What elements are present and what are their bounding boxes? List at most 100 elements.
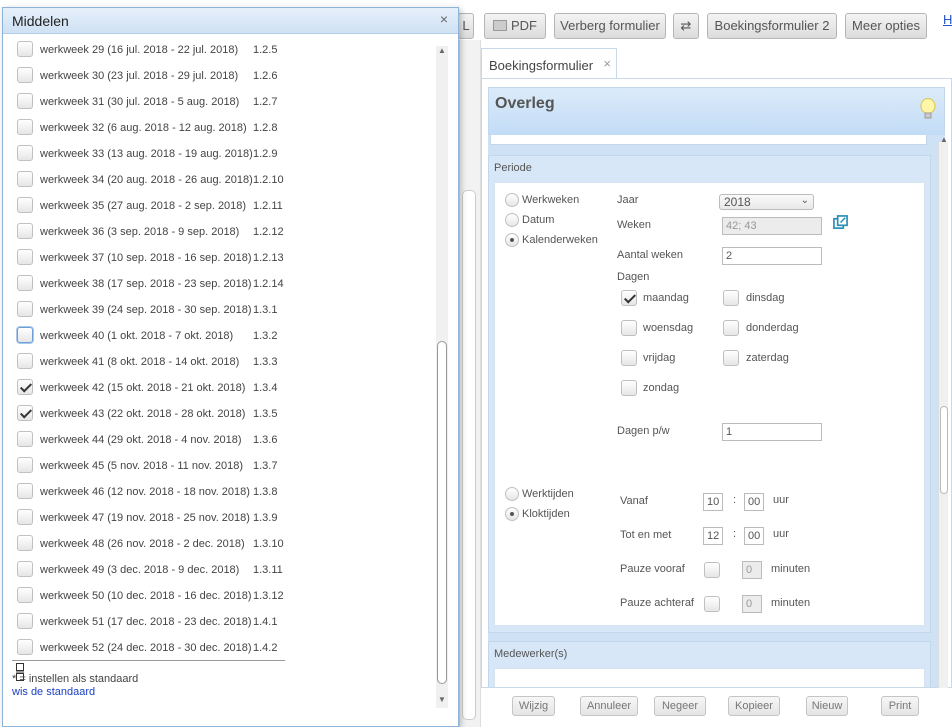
week-checkbox[interactable] xyxy=(17,483,33,499)
list-item[interactable]: werkweek 32 (6 aug. 2018 - 12 aug. 2018)… xyxy=(17,118,427,138)
list-item[interactable]: werkweek 36 (3 sep. 2018 - 9 sep. 2018) 1… xyxy=(17,222,427,242)
checkbox-maandag[interactable] xyxy=(621,290,637,306)
week-checkbox[interactable] xyxy=(17,171,33,187)
hide-form-button[interactable]: Verberg formulier xyxy=(554,13,666,39)
tab-close-icon[interactable]: × xyxy=(603,56,611,71)
tot-hour-input[interactable]: 12 xyxy=(703,527,723,545)
list-item[interactable]: werkweek 45 (5 nov. 2018 - 11 nov. 2018)… xyxy=(17,456,427,476)
vanaf-hour-input[interactable]: 10 xyxy=(703,493,723,511)
dagen-pw-input[interactable]: 1 xyxy=(722,423,822,441)
week-checkbox[interactable] xyxy=(17,587,33,603)
week-checkbox[interactable] xyxy=(17,457,33,473)
edge-link[interactable]: H xyxy=(943,12,952,27)
radio-kalenderweken[interactable] xyxy=(505,233,519,247)
checkbox-zaterdag[interactable] xyxy=(723,350,739,366)
list-item[interactable]: werkweek 29 (16 jul. 2018 - 22 jul. 2018… xyxy=(17,40,427,60)
week-checkbox[interactable] xyxy=(17,223,33,239)
splitter-thumb[interactable] xyxy=(462,190,476,720)
more-options-button[interactable]: Meer opties xyxy=(845,13,927,39)
week-checkbox[interactable] xyxy=(17,639,33,655)
negeer-button[interactable]: Negeer xyxy=(654,696,706,716)
checkbox-pauze-achteraf[interactable] xyxy=(704,596,720,612)
list-item[interactable]: werkweek 30 (23 jul. 2018 - 29 jul. 2018… xyxy=(17,66,427,86)
checkbox-donderdag[interactable] xyxy=(723,320,739,336)
list-item[interactable]: werkweek 35 (27 aug. 2018 - 2 sep. 2018)… xyxy=(17,196,427,216)
partial-button[interactable]: L xyxy=(458,13,474,39)
week-checkbox[interactable] xyxy=(17,41,33,57)
annuleer-button[interactable]: Annuleer xyxy=(580,696,638,716)
tot-minute-input[interactable]: 00 xyxy=(744,527,764,545)
booking-form-2-button[interactable]: Boekingsformulier 2 xyxy=(707,13,837,39)
close-icon[interactable]: × xyxy=(440,11,448,27)
week-checkbox[interactable] xyxy=(17,535,33,551)
checkbox-vrijdag[interactable] xyxy=(621,350,637,366)
radio-datum[interactable] xyxy=(505,213,519,227)
week-checkbox[interactable] xyxy=(17,353,33,369)
nieuw-button[interactable]: Nieuw xyxy=(806,696,848,716)
dialog-scrollbar[interactable]: ▲ ▼ xyxy=(436,46,448,708)
clear-default-link[interactable]: wis de standaard xyxy=(12,686,95,698)
year-select[interactable]: 2018 ⌄ xyxy=(719,194,814,210)
list-item[interactable]: werkweek 37 (10 sep. 2018 - 16 sep. 2018… xyxy=(17,248,427,268)
dialog-header: Middelen × xyxy=(3,8,458,34)
list-item[interactable]: werkweek 39 (24 sep. 2018 - 30 sep. 2018… xyxy=(17,300,427,320)
wijzig-button[interactable]: Wijzig xyxy=(512,696,555,716)
dialog-scroll-thumb[interactable] xyxy=(437,341,447,684)
list-item[interactable]: werkweek 52 (24 dec. 2018 - 30 dec. 2018… xyxy=(17,638,427,658)
lightbulb-icon[interactable] xyxy=(920,98,936,122)
week-checkbox[interactable] xyxy=(17,405,33,421)
scroll-down-icon[interactable]: ▼ xyxy=(438,696,446,704)
week-checkbox[interactable] xyxy=(17,67,33,83)
kopieer-button[interactable]: Kopieer xyxy=(728,696,780,716)
week-checkbox[interactable] xyxy=(17,249,33,265)
radio-werkweken[interactable] xyxy=(505,193,519,207)
list-item[interactable]: werkweek 46 (12 nov. 2018 - 18 nov. 2018… xyxy=(17,482,427,502)
swap-button[interactable]: ⇄ xyxy=(673,13,699,39)
week-checkbox[interactable] xyxy=(17,301,33,317)
scroll-up-icon[interactable]: ▲ xyxy=(940,136,948,144)
list-item[interactable]: werkweek 47 (19 nov. 2018 - 25 nov. 2018… xyxy=(17,508,427,528)
list-item[interactable]: werkweek 51 (17 dec. 2018 - 23 dec. 2018… xyxy=(17,612,427,632)
list-item[interactable]: werkweek 50 (10 dec. 2018 - 16 dec. 2018… xyxy=(17,586,427,606)
list-item[interactable]: werkweek 42 (15 okt. 2018 - 21 okt. 2018… xyxy=(17,378,427,398)
scroll-up-icon[interactable]: ▲ xyxy=(438,47,446,55)
checkbox-woensdag[interactable] xyxy=(621,320,637,336)
week-checkbox[interactable] xyxy=(17,197,33,213)
list-item[interactable]: werkweek 31 (30 jul. 2018 - 5 aug. 2018)… xyxy=(17,92,427,112)
week-checkbox[interactable] xyxy=(17,431,33,447)
list-item[interactable]: werkweek 33 (13 aug. 2018 - 19 aug. 2018… xyxy=(17,144,427,164)
list-item[interactable]: werkweek 38 (17 sep. 2018 - 23 sep. 2018… xyxy=(17,274,427,294)
list-item[interactable]: werkweek 41 (8 okt. 2018 - 14 okt. 2018)… xyxy=(17,352,427,372)
form-scrollbar[interactable]: ▲ xyxy=(938,136,948,688)
checkbox-dinsdag[interactable] xyxy=(723,290,739,306)
week-checkbox[interactable] xyxy=(17,327,33,343)
list-item[interactable]: werkweek 48 (26 nov. 2018 - 2 dec. 2018)… xyxy=(17,534,427,554)
panel-splitter[interactable] xyxy=(459,40,481,727)
week-checkbox[interactable] xyxy=(17,93,33,109)
tab-booking-form[interactable]: Boekingsformulier × xyxy=(481,48,617,78)
list-item[interactable]: werkweek 43 (22 okt. 2018 - 28 okt. 2018… xyxy=(17,404,427,424)
week-checkbox[interactable] xyxy=(17,561,33,577)
pdf-button[interactable]: PDF xyxy=(484,13,546,39)
vanaf-minute-input[interactable]: 00 xyxy=(744,493,764,511)
week-checkbox[interactable] xyxy=(17,119,33,135)
week-code: 1.3.4 xyxy=(253,382,278,394)
week-checkbox[interactable] xyxy=(17,275,33,291)
radio-kloktijden[interactable] xyxy=(505,507,519,521)
list-item[interactable]: werkweek 44 (29 okt. 2018 - 4 nov. 2018)… xyxy=(17,430,427,450)
open-popup-icon[interactable] xyxy=(833,215,848,230)
week-checkbox[interactable] xyxy=(17,145,33,161)
week-checkbox[interactable] xyxy=(17,613,33,629)
tot-unit: uur xyxy=(773,528,789,540)
list-item[interactable]: werkweek 34 (20 aug. 2018 - 26 aug. 2018… xyxy=(17,170,427,190)
aantal-weken-input[interactable]: 2 xyxy=(722,247,822,265)
radio-werktijden[interactable] xyxy=(505,487,519,501)
list-item[interactable]: werkweek 40 (1 okt. 2018 - 7 okt. 2018) 1… xyxy=(17,326,427,346)
print-button[interactable]: Print xyxy=(881,696,919,716)
form-scroll-thumb[interactable] xyxy=(940,406,948,494)
week-checkbox[interactable] xyxy=(17,509,33,525)
list-item[interactable]: werkweek 49 (3 dec. 2018 - 9 dec. 2018) 1… xyxy=(17,560,427,580)
checkbox-zondag[interactable] xyxy=(621,380,637,396)
checkbox-pauze-vooraf[interactable] xyxy=(704,562,720,578)
week-checkbox[interactable] xyxy=(17,379,33,395)
